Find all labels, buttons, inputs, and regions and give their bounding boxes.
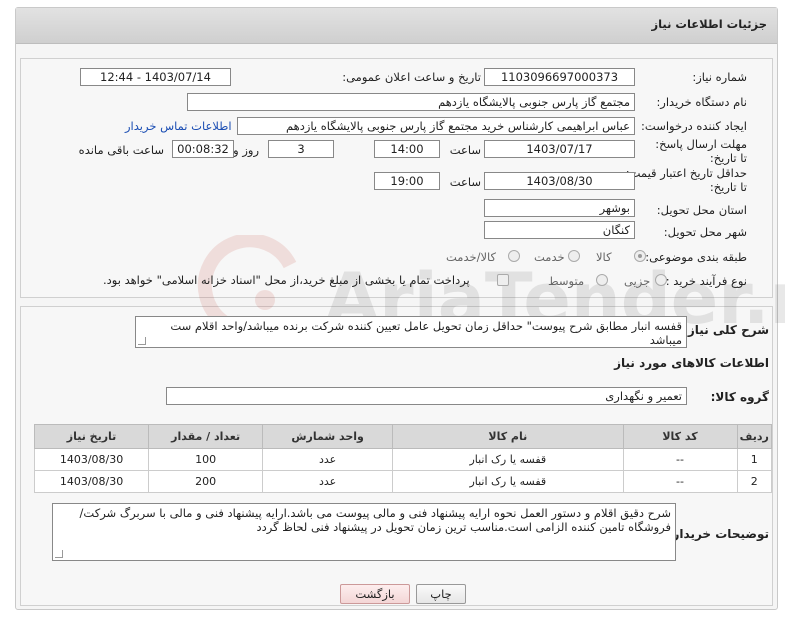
- province-label: استان محل تحویل:: [656, 203, 747, 217]
- remaining-time-field: 00:08:32: [172, 140, 234, 158]
- buyer-notes-label: توضیحات خریدار:: [667, 527, 769, 541]
- process-option-minor: جزیی: [624, 274, 651, 288]
- cell-quantity: 200: [148, 470, 264, 493]
- category-label: طبقه بندی موضوعی:: [645, 250, 747, 264]
- announce-date-label: تاریخ و ساعت اعلان عمومی:: [342, 70, 481, 84]
- payment-treasury-note: پرداخت تمام یا بخشی از مبلغ خرید،از محل …: [103, 273, 470, 287]
- remaining-time-label: ساعت باقی مانده: [78, 143, 164, 157]
- resize-handle-icon[interactable]: [55, 550, 63, 558]
- validity-time-field: 19:00: [374, 172, 440, 190]
- city-field: کنگان: [484, 221, 635, 239]
- process-label: نوع فرآیند خرید :: [665, 274, 747, 288]
- cell-need-date: 1403/08/30: [33, 448, 150, 471]
- announce-date-field: 1403/07/14 - 12:44: [80, 68, 231, 86]
- cell-row-number: 2: [736, 470, 773, 493]
- col-header-need-date: تاریخ نیاز: [33, 424, 150, 449]
- cell-unit: عدد: [262, 448, 394, 471]
- buyer-notes-field[interactable]: شرح دقیق اقلام و دستور العمل نحوه ارایه …: [52, 503, 676, 561]
- process-radio-minor[interactable]: [655, 274, 667, 286]
- table-header-row: ردیف کد کالا نام کالا واحد شمارش تعداد /…: [33, 424, 773, 449]
- process-option-medium: متوسط: [548, 274, 585, 288]
- cell-need-date: 1403/08/30: [33, 470, 150, 493]
- category-option-service: خدمت: [534, 250, 565, 264]
- reply-deadline-label: مهلت ارسال پاسخ: تا تاریخ:: [655, 137, 747, 165]
- general-description-field[interactable]: قفسه انبار مطابق شرح پیوست" حداقل زمان ت…: [135, 316, 687, 348]
- need-number-field: 1103096697000373: [484, 68, 635, 86]
- process-radio-medium[interactable]: [596, 274, 608, 286]
- category-radio-goods[interactable]: [634, 250, 646, 262]
- cell-quantity: 100: [148, 448, 264, 471]
- col-header-row-number: ردیف: [736, 424, 773, 449]
- validity-date-field: 1403/08/30: [484, 172, 635, 190]
- resize-handle-icon[interactable]: [138, 337, 146, 345]
- goods-table: ردیف کد کالا نام کالا واحد شمارش تعداد /…: [33, 424, 773, 493]
- print-button[interactable]: چاپ: [416, 584, 466, 604]
- cell-item-code: --: [622, 470, 738, 493]
- buyer-field: مجتمع گاز پارس جنوبی پالایشگاه یازدهم: [187, 93, 635, 111]
- category-radio-service[interactable]: [568, 250, 580, 262]
- reply-time-label: ساعت: [449, 143, 481, 157]
- requester-field: عباس ابراهیمی کارشناس خرید مجتمع گاز پار…: [237, 117, 635, 135]
- cell-unit: عدد: [262, 470, 394, 493]
- days-label: روز و: [233, 143, 259, 157]
- cell-item-name: قفسه یا رک انبار: [392, 470, 624, 493]
- reply-date-field: 1403/07/17: [484, 140, 635, 158]
- col-header-item-code: کد کالا: [622, 424, 738, 449]
- category-radio-goods-service[interactable]: [508, 250, 520, 262]
- cell-item-code: --: [622, 448, 738, 471]
- general-description-label: شرح کلی نیاز:: [683, 323, 769, 337]
- back-button[interactable]: بازگشت: [340, 584, 410, 604]
- goods-group-label: گروه کالا:: [710, 390, 769, 404]
- city-label: شهر محل تحویل:: [663, 225, 747, 239]
- category-option-goods: کالا: [596, 250, 612, 264]
- payment-treasury-checkbox[interactable]: [497, 274, 509, 286]
- goods-group-field: تعمیر و نگهداری: [166, 387, 687, 405]
- price-validity-label: حداقل تاریخ اعتبار قیمت: تا تاریخ:: [625, 166, 747, 194]
- goods-info-title: اطلاعات کالاهای مورد نیاز: [614, 356, 769, 370]
- col-header-item-name: نام کالا: [392, 424, 624, 449]
- panel-title: جزئیات اطلاعات نیاز: [651, 17, 767, 31]
- validity-time-label: ساعت: [449, 175, 481, 189]
- category-option-goods-service: کالا/خدمت: [446, 250, 497, 264]
- need-number-label: شماره نیاز:: [692, 70, 747, 84]
- province-field: بوشهر: [484, 199, 635, 217]
- requester-label: ایجاد کننده درخواست:: [641, 119, 747, 133]
- cell-row-number: 1: [736, 448, 773, 471]
- table-row: 1 -- قفسه یا رک انبار عدد 100 1403/08/30: [33, 448, 773, 471]
- buyer-label: نام دستگاه خریدار:: [656, 95, 747, 109]
- remaining-days-field: 3: [268, 140, 334, 158]
- buyer-contact-link[interactable]: اطلاعات تماس خریدار: [125, 119, 232, 133]
- reply-time-field: 14:00: [374, 140, 440, 158]
- table-row: 2 -- قفسه یا رک انبار عدد 200 1403/08/30: [33, 470, 773, 493]
- col-header-quantity: تعداد / مقدار: [148, 424, 264, 449]
- cell-item-name: قفسه یا رک انبار: [392, 448, 624, 471]
- col-header-unit: واحد شمارش: [262, 424, 394, 449]
